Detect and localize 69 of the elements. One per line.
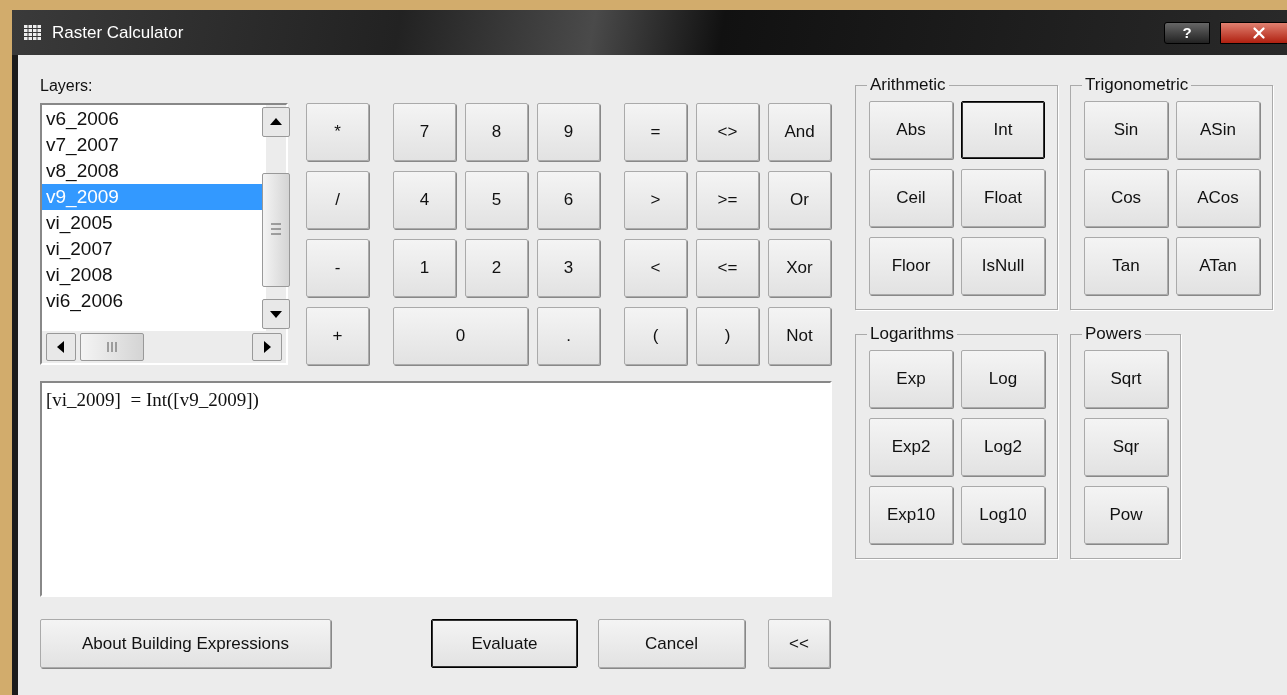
scroll-thumb[interactable] [80, 333, 144, 361]
function-button[interactable]: Sqrt [1084, 350, 1168, 408]
operator-key[interactable]: Xor [768, 239, 831, 297]
operator-key[interactable]: = [624, 103, 687, 161]
operator-key[interactable]: Not [768, 307, 831, 365]
expression-field[interactable]: [vi_2009] = Int([v9_2009]) [40, 381, 832, 597]
operator-key[interactable]: ) [696, 307, 759, 365]
window-title: Raster Calculator [52, 22, 185, 43]
group-title: Logarithms [869, 324, 956, 344]
digit-key[interactable]: 9 [537, 103, 600, 161]
operator-key[interactable]: * [306, 103, 369, 161]
dialog-button[interactable]: << [768, 619, 830, 668]
operator-key[interactable]: And [768, 103, 831, 161]
digit-key[interactable]: 0 [393, 307, 528, 365]
operator-key[interactable]: - [306, 239, 369, 297]
operator-key[interactable]: ( [624, 307, 687, 365]
function-button[interactable]: Sin [1084, 101, 1168, 159]
scroll-thumb[interactable] [262, 173, 290, 287]
function-button[interactable]: Cos [1084, 169, 1168, 227]
scroll-down-icon[interactable] [262, 299, 290, 329]
digit-key[interactable]: 2 [465, 239, 528, 297]
scroll-up-icon[interactable] [262, 107, 290, 137]
digit-key[interactable]: 5 [465, 171, 528, 229]
dialog-button[interactable]: About Building Expressions [40, 619, 331, 668]
function-button[interactable]: ATan [1176, 237, 1260, 295]
operator-key[interactable]: > [624, 171, 687, 229]
function-button[interactable]: Int [961, 101, 1045, 159]
function-button[interactable]: Log [961, 350, 1045, 408]
digit-key[interactable]: 7 [393, 103, 456, 161]
digit-key[interactable]: 8 [465, 103, 528, 161]
function-button[interactable]: Log2 [961, 418, 1045, 476]
dialog-button[interactable]: Cancel [598, 619, 745, 668]
digit-key[interactable]: 1 [393, 239, 456, 297]
dialog-button[interactable]: Evaluate [431, 619, 578, 668]
digit-key[interactable]: . [537, 307, 600, 365]
grid-icon [24, 24, 42, 41]
digit-key[interactable]: 6 [537, 171, 600, 229]
function-button[interactable]: Tan [1084, 237, 1168, 295]
function-button[interactable]: Sqr [1084, 418, 1168, 476]
group-title: Powers [1084, 324, 1143, 344]
scroll-right-icon[interactable] [252, 333, 282, 361]
group-title: Arithmetic [869, 75, 947, 95]
layers-list[interactable]: v6_2006 v7_2007 v8_2008 v9_2009 vi_2005 vi_2007 vi_2008 vi6_2006 [40, 103, 288, 365]
operator-key[interactable]: + [306, 307, 369, 365]
function-button[interactable]: Ceil [869, 169, 953, 227]
function-button[interactable]: Float [961, 169, 1045, 227]
function-button[interactable]: Pow [1084, 486, 1168, 544]
operator-key[interactable]: Or [768, 171, 831, 229]
operator-key[interactable]: < [624, 239, 687, 297]
function-button[interactable]: Exp10 [869, 486, 953, 544]
function-button[interactable]: IsNull [961, 237, 1045, 295]
digit-key[interactable]: 3 [537, 239, 600, 297]
function-button[interactable]: ACos [1176, 169, 1260, 227]
function-button[interactable]: Floor [869, 237, 953, 295]
digit-key[interactable]: 4 [393, 171, 456, 229]
close-button[interactable] [1220, 21, 1287, 44]
help-button[interactable]: ? [1164, 21, 1210, 44]
function-button[interactable]: ASin [1176, 101, 1260, 159]
function-button[interactable]: Log10 [961, 486, 1045, 544]
scroll-left-icon[interactable] [46, 333, 76, 361]
function-button[interactable]: Exp [869, 350, 953, 408]
group-title: Trigonometric [1084, 75, 1190, 95]
function-button[interactable]: Abs [869, 101, 953, 159]
operator-key[interactable]: <= [696, 239, 759, 297]
operator-key[interactable]: / [306, 171, 369, 229]
operator-key[interactable]: <> [696, 103, 759, 161]
operator-key[interactable]: >= [696, 171, 759, 229]
function-button[interactable]: Exp2 [869, 418, 953, 476]
layers-label: Layers: [40, 77, 94, 95]
